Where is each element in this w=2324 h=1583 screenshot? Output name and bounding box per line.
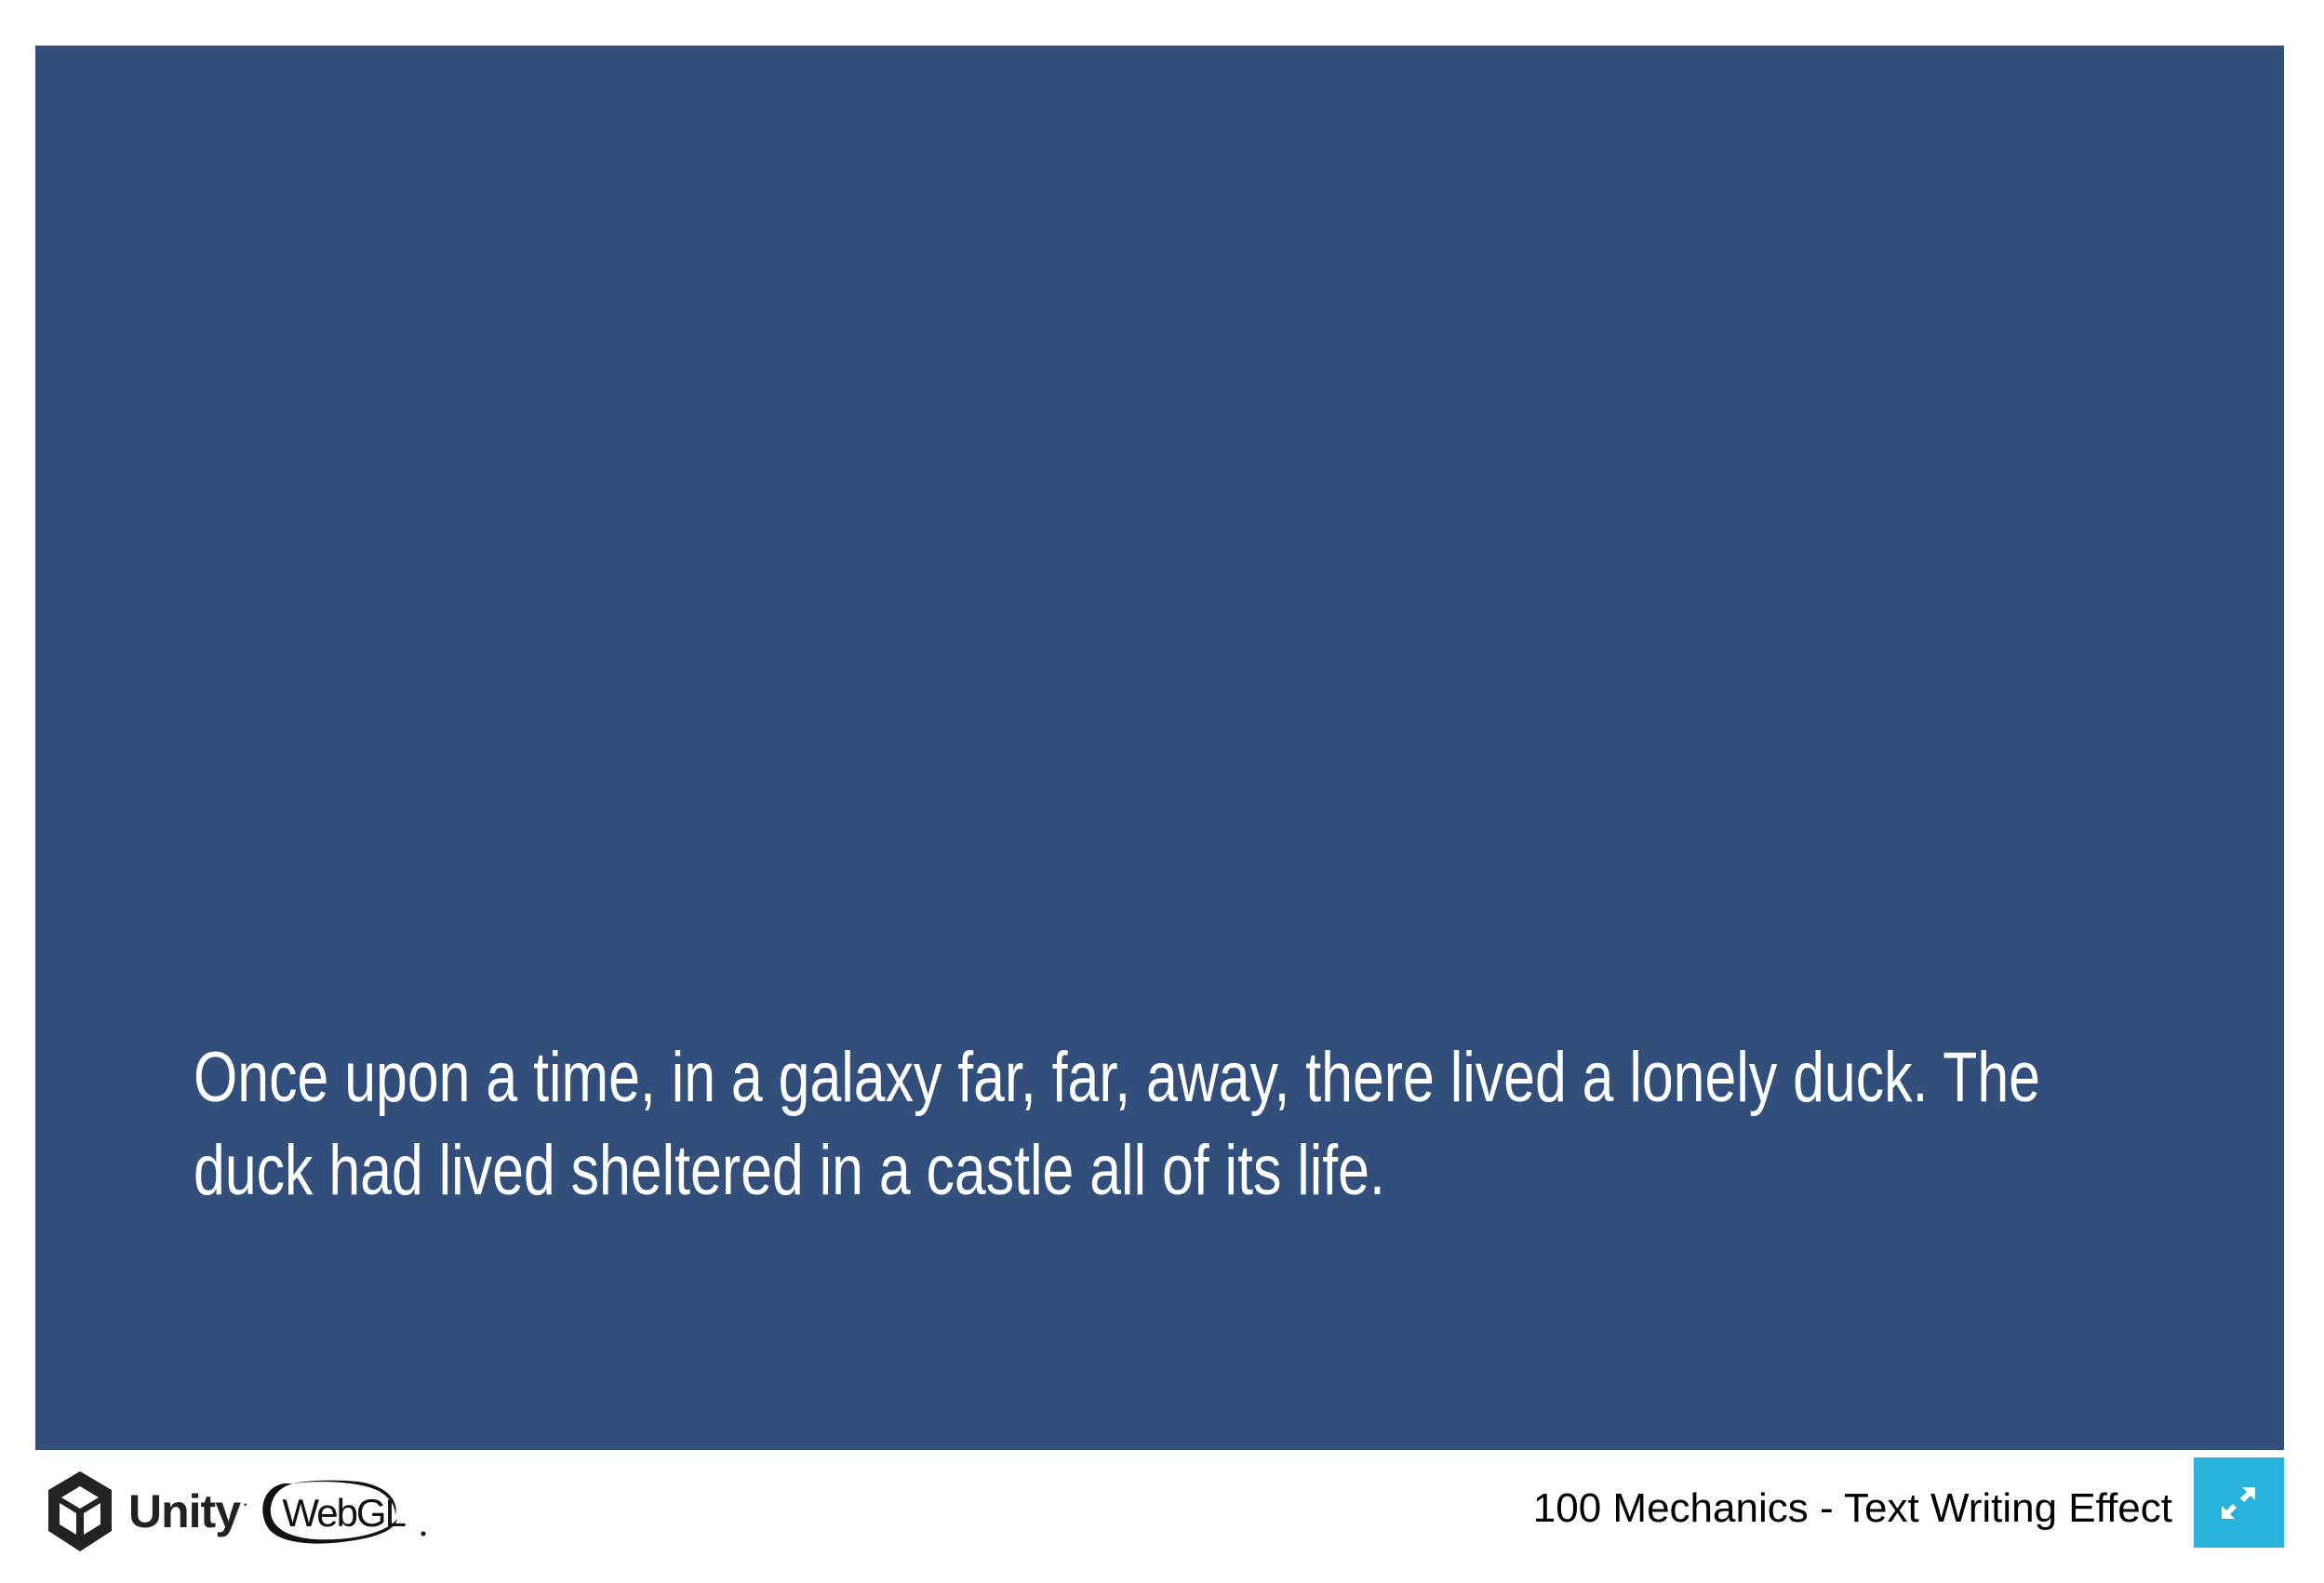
unity-label: Unity: [128, 1485, 241, 1537]
webgl-logo: WebGL: [256, 1472, 433, 1550]
expand-arrows-icon: [2222, 1487, 2255, 1519]
unity-dot: ·: [242, 1492, 249, 1515]
unity-cube-icon: [48, 1471, 112, 1551]
unity-webgl-logo: Unity · WebGL: [45, 1465, 433, 1558]
webgl-label: WebGL: [282, 1491, 407, 1535]
fullscreen-button[interactable]: [2194, 1457, 2284, 1548]
story-text: Once upon a time, in a galaxy far, far, …: [194, 1038, 2040, 1210]
game-canvas[interactable]: Once upon a time, in a galaxy far, far, …: [35, 46, 2284, 1450]
build-title: 100 Mechanics - Text Writing Effect: [1532, 1485, 2172, 1531]
footer: Unity · WebGL 100 Mechanics - Text Writi…: [35, 1450, 2284, 1583]
